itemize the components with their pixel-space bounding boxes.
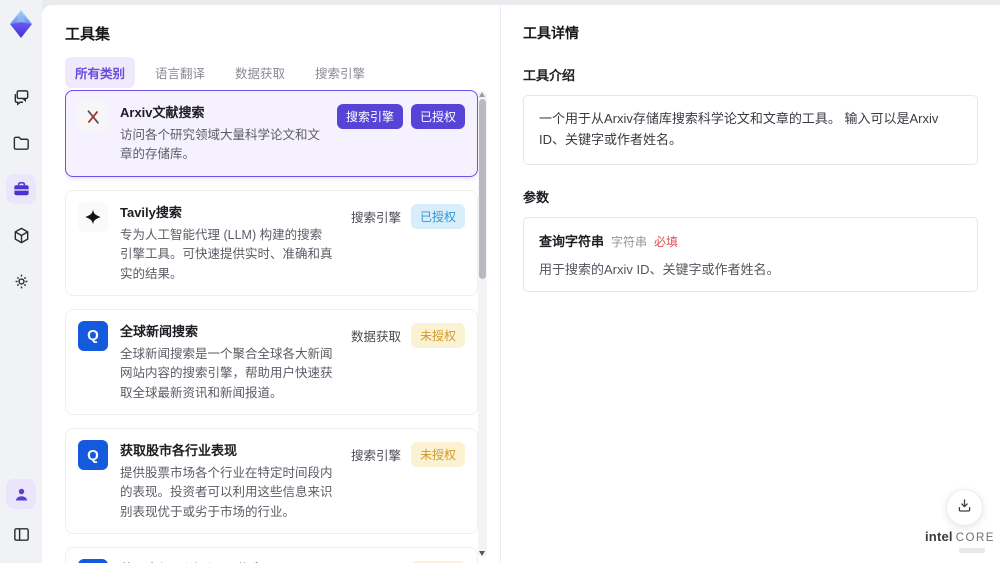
sidebar-item-tools[interactable] bbox=[6, 174, 36, 204]
sidebar-rail bbox=[0, 0, 42, 563]
intel-logo-text: intel bbox=[925, 529, 953, 544]
tool-name: Arxiv文献搜索 bbox=[120, 105, 205, 120]
page-title: 工具集 bbox=[65, 26, 111, 43]
briefcase-icon bbox=[12, 180, 31, 199]
core-logo-text: CORE bbox=[955, 532, 995, 544]
download-button[interactable] bbox=[946, 489, 983, 526]
param-name: 查询字符串 bbox=[539, 233, 605, 249]
category-label: 数据获取 bbox=[350, 329, 401, 344]
category-tabs: 所有类别 语言翻译 数据获取 搜索引擎 bbox=[65, 57, 375, 88]
intel-core-sub-mark bbox=[959, 548, 985, 553]
param-type: 字符串 bbox=[611, 234, 648, 249]
sidebar-item-settings[interactable] bbox=[6, 266, 36, 296]
tool-card-tavily[interactable]: Tavily搜索 专为人工智能代理 (LLM) 构建的搜索引擎工具。可快速提供实… bbox=[65, 189, 478, 296]
status-badge: 已授权 bbox=[410, 104, 465, 129]
sidebar-item-panel-toggle[interactable] bbox=[6, 519, 36, 549]
arxiv-logo-icon bbox=[78, 102, 108, 132]
tavily-star-icon bbox=[78, 201, 108, 232]
param-description: 用于搜索的Arxiv ID、关键字或作者姓名。 bbox=[539, 261, 780, 277]
tool-card-sector-performance[interactable]: Q 获取股市各行业表现 提供股票市场各个行业在特定时间段内的表现。投资者可以利用… bbox=[65, 428, 478, 535]
tool-card-arxiv[interactable]: Arxiv文献搜索 访问各个研究领域大量科学论文和文章的存储库。 搜索引擎 已授… bbox=[65, 90, 478, 177]
sidebar-item-chat[interactable] bbox=[6, 82, 36, 112]
download-icon bbox=[956, 497, 973, 519]
q-logo-icon: Q bbox=[78, 559, 108, 563]
tool-name: 获取市场最活跃股票信息 bbox=[120, 559, 333, 563]
tool-card-global-news[interactable]: Q 全球新闻搜索 全球新闻搜索是一个聚合全球各大新闻网站内容的搜索引擎，帮助用户… bbox=[65, 308, 478, 415]
intel-core-logo: intel CORE bbox=[925, 528, 993, 553]
tool-description: 访问各个研究领域大量科学论文和文章的存储库。 bbox=[120, 128, 321, 162]
scroll-down-arrow[interactable] bbox=[479, 551, 485, 556]
gear-icon bbox=[12, 272, 31, 291]
tab-all-categories[interactable]: 所有类别 bbox=[65, 57, 136, 88]
q-logo-icon: Q bbox=[78, 320, 108, 351]
app-logo bbox=[5, 8, 37, 40]
tool-name: 获取股市各行业表现 bbox=[120, 443, 238, 458]
sidebar-item-folder[interactable] bbox=[6, 128, 36, 158]
tool-detail-panel: 工具详情 工具介绍 一个用于从Arxiv存储库搜索科学论文和文章的工具。 输入可… bbox=[500, 5, 1000, 563]
tool-description: 提供股票市场各个行业在特定时间段内的表现。投资者可以利用这些信息来识别表现优于或… bbox=[120, 466, 333, 519]
category-label: 搜索引擎 bbox=[350, 449, 401, 463]
status-badge: 未授权 bbox=[410, 442, 465, 467]
scroll-up-arrow[interactable] bbox=[479, 92, 485, 97]
panel-toggle-icon bbox=[12, 525, 31, 544]
status-badge: 已授权 bbox=[410, 203, 465, 229]
params-section-title: 参数 bbox=[523, 189, 550, 205]
tool-description: 全球新闻搜索是一个聚合全球各大新闻网站内容的搜索引擎，帮助用户快速获取全球最新资… bbox=[120, 346, 333, 400]
tab-language-translation[interactable]: 语言翻译 bbox=[145, 57, 215, 88]
list-scrollbar[interactable] bbox=[478, 91, 487, 557]
scrollbar-thumb[interactable] bbox=[479, 99, 486, 279]
param-required-badge: 必填 bbox=[654, 234, 679, 249]
tool-name: Tavily搜索 bbox=[120, 204, 182, 220]
tab-search-engine[interactable]: 搜索引擎 bbox=[305, 57, 375, 88]
main-surface: 工具集 所有类别 语言翻译 数据获取 搜索引擎 Arxiv文献搜索 访问各个研究… bbox=[42, 5, 1000, 563]
sidebar-bottom bbox=[6, 479, 36, 549]
category-badge: 搜索引擎 bbox=[336, 104, 403, 129]
detail-title: 工具详情 bbox=[523, 25, 579, 41]
tool-list: Arxiv文献搜索 访问各个研究领域大量科学论文和文章的存储库。 搜索引擎 已授… bbox=[65, 90, 478, 563]
category-label: 搜索引擎 bbox=[350, 210, 401, 225]
sidebar-nav bbox=[6, 82, 36, 296]
sidebar-item-packages[interactable] bbox=[6, 220, 36, 250]
tab-data-acquisition[interactable]: 数据获取 bbox=[225, 57, 295, 88]
status-badge: 未授权 bbox=[410, 322, 465, 348]
tool-description: 专为人工智能代理 (LLM) 构建的搜索引擎工具。可快速提供实时、准确和真实的结… bbox=[120, 227, 333, 281]
q-logo-icon: Q bbox=[78, 440, 108, 470]
intro-box: 一个用于从Arxiv存储库搜索科学论文和文章的工具。 输入可以是Arxiv ID… bbox=[523, 95, 978, 165]
tool-list-panel: 工具集 所有类别 语言翻译 数据获取 搜索引擎 Arxiv文献搜索 访问各个研究… bbox=[42, 5, 500, 563]
intro-text: 一个用于从Arxiv存储库搜索科学论文和文章的工具。 输入可以是Arxiv ID… bbox=[539, 111, 939, 147]
param-box: 查询字符串 字符串 必填 用于搜索的Arxiv ID、关键字或作者姓名。 bbox=[523, 216, 978, 292]
folder-icon bbox=[12, 134, 31, 153]
tool-card-active-stocks[interactable]: Q 获取市场最活跃股票信息 提供当天交易量最高的股票列表，投资者可以利用这些信息… bbox=[65, 547, 478, 563]
tool-name: 全球新闻搜索 bbox=[120, 323, 199, 339]
chat-icon bbox=[12, 88, 31, 107]
cube-icon bbox=[12, 226, 31, 245]
sidebar-item-user[interactable] bbox=[6, 479, 36, 509]
user-icon bbox=[13, 486, 30, 503]
intro-section-title: 工具介绍 bbox=[523, 68, 576, 83]
